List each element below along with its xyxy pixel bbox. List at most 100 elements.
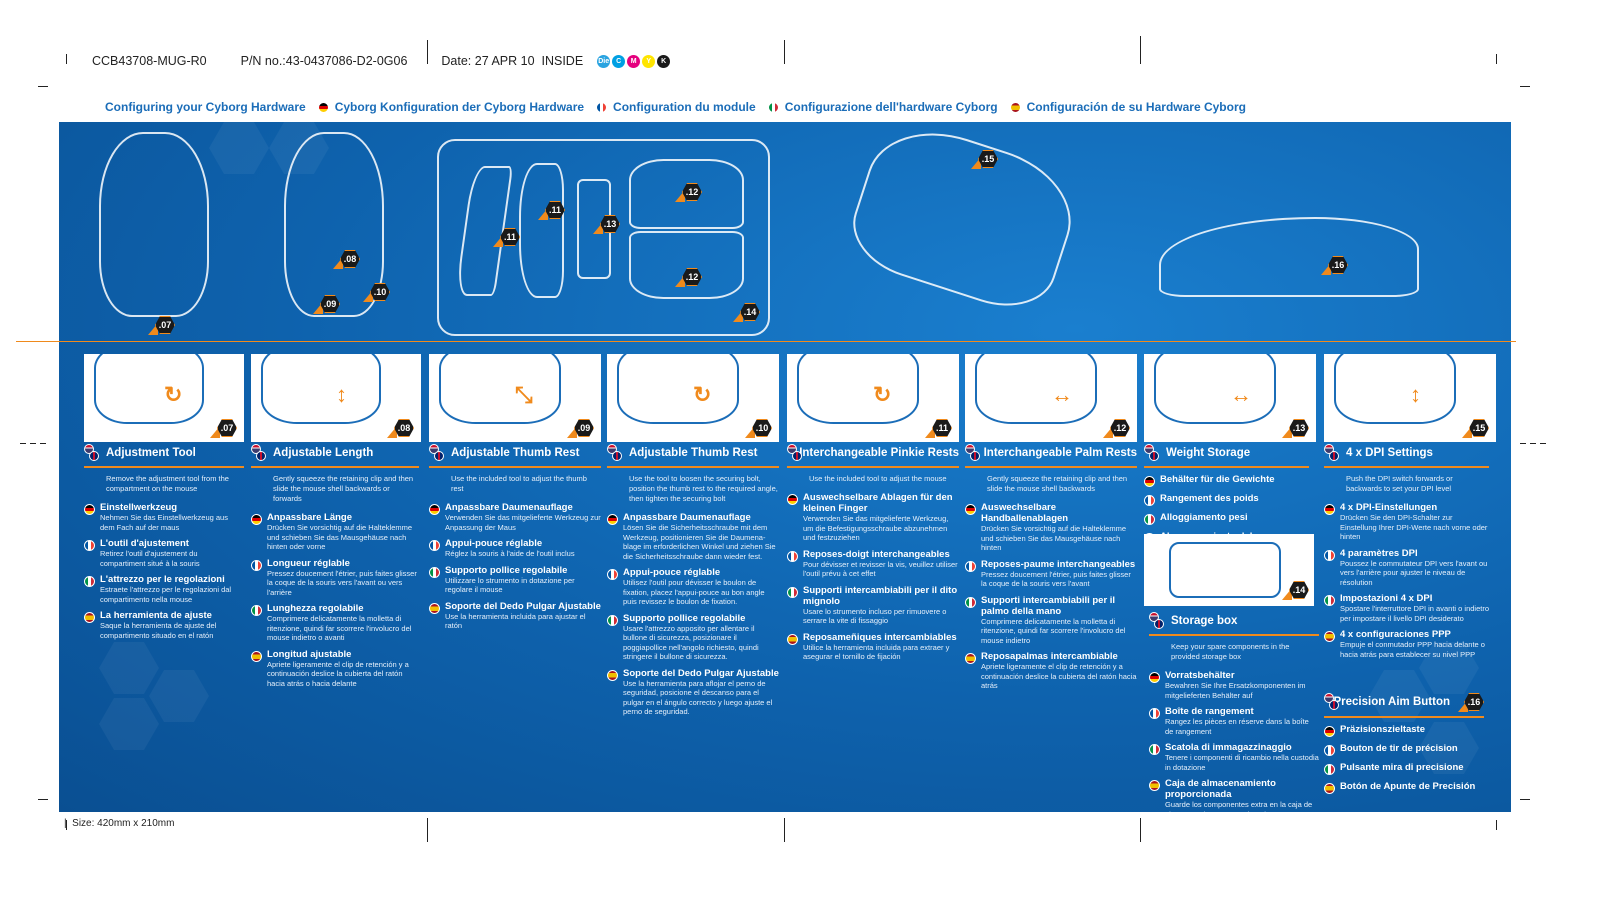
header-title-en: Configuring your Cyborg Hardware: [105, 100, 306, 114]
translation-fr: L'outil d'ajustement Retirez l'outil d'aj…: [84, 538, 244, 568]
translation-fr: 4 paramètres DPI Poussez le commutateur D…: [1324, 548, 1489, 588]
step-badge: .14: [1282, 580, 1310, 600]
translation-description: Utilice la herramienta incluida para ext…: [803, 642, 950, 662]
translation-title: 4 x DPI-Einstellungen: [1340, 502, 1438, 513]
flag-es-icon: [1324, 631, 1335, 642]
translation-title: Pulsante mira di precisione: [1340, 762, 1464, 773]
section-adjustable-thumb-rest: Adjustable Thumb Rest Use the included to…: [429, 444, 601, 637]
orange-arrow-icon: ↔: [1230, 382, 1252, 407]
flag-it-icon: [767, 101, 779, 113]
ink-swatches: Die C M Y K: [597, 54, 671, 68]
translation-it: Scatola di immagazzinaggio Tenere i compo…: [1149, 742, 1319, 772]
translation-description: Réglez la souris à l'aide de l'outil inc…: [445, 549, 575, 558]
step-badge: .08: [387, 418, 415, 438]
flag-it-icon: [1144, 514, 1155, 525]
flag-it-icon: [84, 576, 95, 587]
section-title: Adjustable Length: [273, 447, 374, 459]
orange-arrow-icon: ↔: [1051, 382, 1073, 407]
crop-mark: [66, 54, 67, 64]
section-header: Adjustable Length: [251, 444, 419, 468]
translation-description: Apriete ligeramente el clip de retención…: [267, 659, 409, 688]
translation-it: Alloggiamento pesi: [1144, 512, 1309, 525]
flag-en-icon: [1149, 612, 1165, 630]
ink-swatch-m: M: [627, 54, 641, 68]
orange-arrow-icon: ↻: [164, 382, 183, 407]
translation-title: Appui-pouce réglable: [445, 538, 543, 549]
translation-title: Anpassbare Daumenauflage: [445, 502, 573, 513]
header-title-es: Configuración de su Hardware Cyborg: [1026, 100, 1246, 114]
step-illustration: ↻ .07: [84, 354, 244, 442]
translation-title: Supporti intercambiabili per il palmo de…: [981, 594, 1116, 617]
storage-box-illustration: .14: [1144, 534, 1314, 606]
translation-description: Apriete ligeramente el clip de retención…: [981, 662, 1137, 690]
print-date: Date: 27 APR 10 INSIDE: [441, 54, 584, 68]
page-title-row: Configuring your Cyborg Hardware Cyborg K…: [88, 100, 1252, 114]
translation-title: Impostazioni 4 x DPI: [1340, 593, 1433, 604]
section-description-en: Use the tool to loosen the securing bolt…: [629, 474, 778, 503]
ink-swatch-c: C: [612, 54, 626, 68]
translation-it: Lunghezza regolabile Comprimere delicatam…: [251, 603, 419, 643]
header-title-it: Configurazione dell'hardware Cyborg: [784, 100, 998, 114]
section-header: Adjustment Tool: [84, 444, 244, 468]
translation-de: Behälter für die Gewichte: [1144, 474, 1309, 487]
translation-title: Präzisionszieltaste: [1340, 724, 1426, 735]
translation-description: Rangez les pièces en réserve dans la boî…: [1165, 717, 1309, 736]
section-title: Storage box: [1171, 615, 1238, 627]
step-badge: .12: [675, 267, 703, 287]
section-description-en: Gently squeeze the retaining clip and th…: [987, 474, 1128, 493]
flag-fr-icon: [251, 559, 262, 571]
translation-description: Comprimere delicatamente la molletta di …: [267, 614, 412, 642]
translation-description: Estraete l'attrezzo per le regolazioni d…: [100, 585, 232, 604]
crop-mark: [38, 799, 48, 800]
step-badge: .16: [1458, 692, 1484, 712]
translation-title: Behälter für die Gewichte: [1160, 474, 1275, 485]
flag-es-icon: [429, 602, 440, 614]
flag-de-icon: [1324, 504, 1335, 515]
part-number: P/N no.:43-0437086-D2-0G06: [240, 54, 408, 68]
translation-fr: Reposes-doigt interchangeables Pour dévis…: [787, 549, 959, 579]
translation-title: Soporte del Dedo Pulgar Ajustable: [623, 667, 779, 679]
flag-de-icon: [84, 504, 95, 515]
translation-de: Anpassbare Daumenauflage Verwenden Sie da…: [429, 502, 601, 532]
crop-mark: [1520, 799, 1530, 800]
translation-title: L'attrezzo per le regolazioni: [100, 574, 225, 585]
ink-swatch-y: Y: [642, 54, 656, 68]
translation-it: Pulsante mira di precisione: [1324, 762, 1484, 775]
step-badge: .10: [745, 418, 773, 438]
step-illustration: ↕ .15: [1324, 354, 1496, 442]
flag-it-icon: [607, 614, 618, 626]
flag-en-icon: [84, 444, 100, 462]
step-badge: .15: [1462, 418, 1490, 438]
step-badge: .11: [493, 227, 521, 247]
ink-swatch-die: Die: [597, 54, 611, 68]
translation-fr: Rangement des poids: [1144, 493, 1309, 506]
translation-it: Impostazioni 4 x DPI Spostare l'interrutt…: [1324, 593, 1489, 623]
print-size: | Size: 420mm x 210mm: [64, 818, 175, 829]
translation-description: Nehmen Sie das Einstellwerkzeug aus dem …: [100, 513, 228, 532]
fold-guide-line: [16, 341, 1516, 342]
section-title: Weight Storage: [1166, 447, 1251, 459]
flag-de-icon: [1144, 476, 1155, 487]
translation-es: La herramienta de ajuste Saque la herrami…: [84, 610, 244, 640]
translation-fr: Appui-pouce réglable Utilisez l'outil pou…: [607, 567, 779, 607]
translation-title: Longueur réglable: [267, 557, 350, 569]
flag-en-icon: [965, 444, 980, 462]
flag-de-icon: [317, 101, 329, 113]
translation-es: Soporte del Dedo Pulgar Ajustable Use la …: [429, 601, 601, 631]
translation-description: Use la herramienta para aflojar el perno…: [623, 678, 773, 717]
section-description-en: Keep your spare components in the provid…: [1171, 642, 1290, 661]
flag-es-icon: [84, 612, 95, 623]
translation-title: Soporte del Dedo Pulgar Ajustable: [445, 600, 601, 612]
translation-description: Utilisez l'outil pour dévisser le boulon…: [623, 578, 765, 606]
flag-es-icon: [607, 669, 618, 681]
section-interchangeable-palm-rests: Interchangeable Palm Rests Gently squeeze…: [965, 444, 1137, 697]
section-header: Weight Storage: [1144, 444, 1309, 468]
flag-de-icon: [965, 504, 976, 515]
translation-description: Comprimere delicatamente la molletta di …: [981, 616, 1126, 645]
translation-es: Botón de Apunte de Precisión: [1324, 781, 1484, 794]
crop-mark: [1496, 820, 1497, 830]
flag-de-icon: [429, 504, 440, 515]
translation-fr: Appui-pouce réglable Réglez la souris à l…: [429, 538, 601, 559]
flag-fr-icon: [84, 540, 95, 551]
section-header: Precision Aim Button .16: [1324, 692, 1484, 718]
